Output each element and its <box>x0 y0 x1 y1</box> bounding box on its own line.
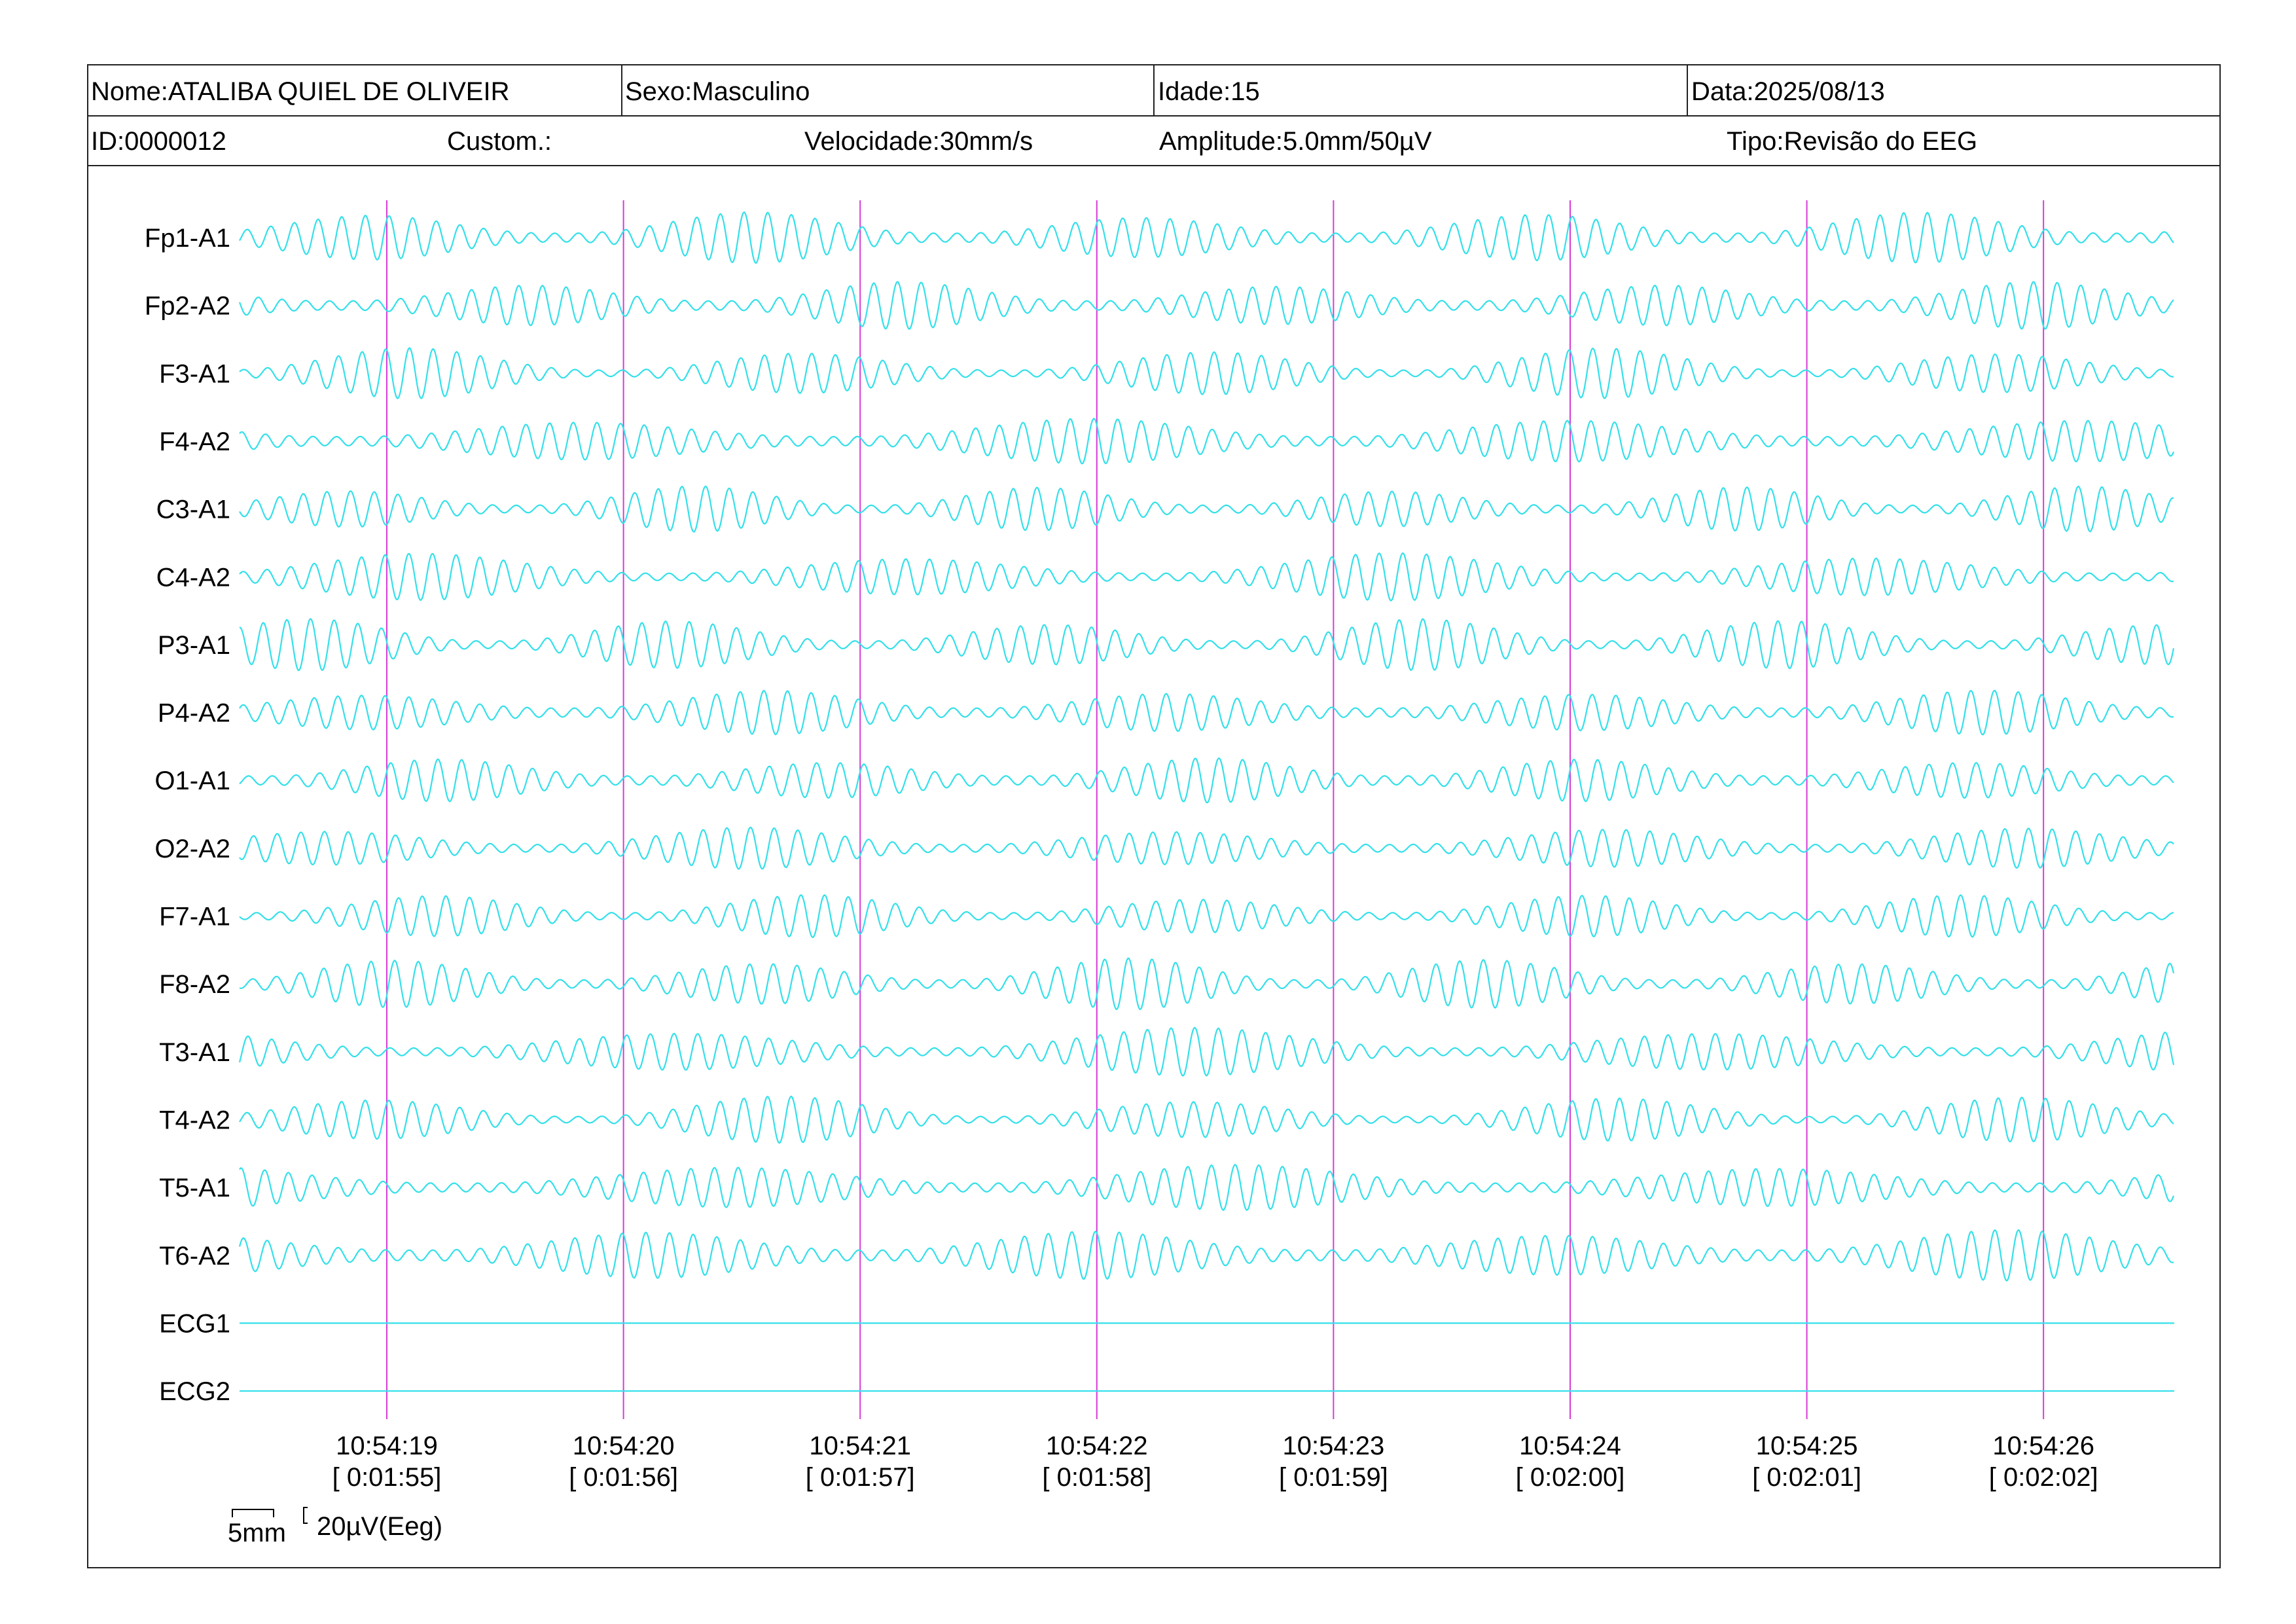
time-marker-elapsed: [ 0:02:02] <box>1989 1463 2098 1492</box>
channel-label: ECG2 <box>159 1377 230 1406</box>
eeg-traces <box>238 211 2175 1392</box>
time-marker-elapsed: [ 0:01:55] <box>332 1463 442 1492</box>
channel-trace <box>239 418 2175 465</box>
amplitude-scale-label: 20µV(Eeg) <box>317 1512 442 1541</box>
channel-labels: Fp1-A1 Fp2-A2 F3-A1 F4-A2 C3-A1 C4-A2 P3-A1 P4-… <box>145 224 230 1406</box>
time-marker-elapsed: [ 0:02:01] <box>1752 1463 1861 1492</box>
channel-label: P3-A1 <box>158 631 230 660</box>
channel-label: Fp2-A2 <box>145 292 230 321</box>
channel-trace <box>238 281 2174 331</box>
channel-label: C4-A2 <box>156 563 230 592</box>
channel-trace <box>239 485 2174 533</box>
time-marker-clock: 10:54:20 <box>573 1432 675 1460</box>
scale-indicator: 5mm 20µV(Eeg) <box>228 1507 442 1547</box>
time-marker-clock: 10:54:22 <box>1046 1432 1148 1460</box>
channel-label: T5-A1 <box>159 1174 230 1202</box>
channel-label: P4-A2 <box>158 699 230 728</box>
channel-trace <box>239 893 2174 939</box>
time-marker-elapsed: [ 0:02:00] <box>1516 1463 1625 1492</box>
channel-trace <box>239 757 2174 804</box>
channel-trace <box>239 689 2174 736</box>
time-scale-label: 5mm <box>228 1519 286 1547</box>
time-marker-clock: 10:54:19 <box>336 1432 438 1460</box>
channel-trace <box>239 957 2175 1011</box>
time-marker-clock: 10:54:26 <box>1992 1432 2094 1460</box>
channel-label: T6-A2 <box>159 1242 230 1271</box>
channel-trace <box>239 552 2174 602</box>
time-marker-elapsed: [ 0:01:57] <box>806 1463 915 1492</box>
channel-label: ECG1 <box>159 1309 230 1338</box>
channel-label: T3-A1 <box>159 1038 230 1067</box>
time-labels: 10:54:19 [ 0:01:55] 10:54:20 [ 0:01:56] 10:5… <box>332 1432 2098 1492</box>
channel-trace <box>239 211 2174 264</box>
channel-label: F3-A1 <box>159 359 230 388</box>
time-scale-bracket <box>232 1509 274 1517</box>
channel-trace <box>239 618 2175 672</box>
channel-trace <box>239 1163 2175 1212</box>
time-marker-elapsed: [ 0:01:58] <box>1042 1463 1151 1492</box>
time-marker-elapsed: [ 0:01:59] <box>1279 1463 1388 1492</box>
channel-trace <box>239 1095 2174 1144</box>
channel-trace <box>238 1229 2174 1282</box>
amplitude-scale-bracket <box>303 1507 308 1524</box>
channel-label: T4-A2 <box>159 1106 230 1134</box>
eeg-chart: Fp1-A1 Fp2-A2 F3-A1 F4-A2 C3-A1 C4-A2 P3-A1 P4-… <box>145 200 2175 1547</box>
time-marker-clock: 10:54:24 <box>1519 1432 1621 1460</box>
channel-trace <box>239 347 2174 400</box>
channel-trace <box>238 1026 2175 1077</box>
channel-label: O1-A1 <box>154 767 230 795</box>
time-marker-elapsed: [ 0:01:56] <box>569 1463 678 1492</box>
time-markers <box>386 200 2045 1419</box>
time-marker-clock: 10:54:25 <box>1756 1432 1858 1460</box>
channel-label: F8-A2 <box>159 970 230 999</box>
channel-label: F7-A1 <box>159 903 230 931</box>
channel-trace <box>239 827 2174 870</box>
channel-label: O2-A2 <box>154 835 230 863</box>
time-marker-clock: 10:54:23 <box>1283 1432 1385 1460</box>
channel-label: Fp1-A1 <box>145 224 230 253</box>
channel-label: C3-A1 <box>156 496 230 524</box>
time-marker-clock: 10:54:21 <box>809 1432 911 1460</box>
channel-label: F4-A2 <box>159 427 230 456</box>
